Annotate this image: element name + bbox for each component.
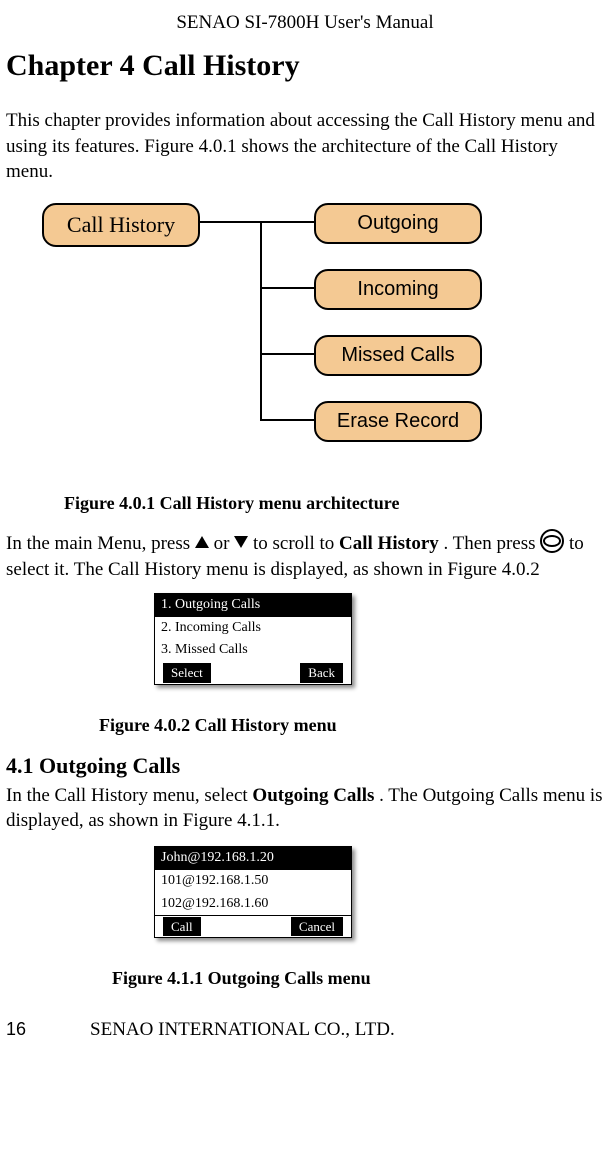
doc-header: SENAO SI-7800H User's Manual [6,10,604,36]
diagram-root-box: Call History [42,203,200,247]
chapter-title: Chapter 4 Call History [6,46,604,87]
diagram-incoming-box: Incoming [314,269,482,310]
figure-4-1-1-caption: Figure 4.1.1 Outgoing Calls menu [112,966,604,990]
nav-target: Call History [339,533,439,554]
menu-item: 3. Missed Calls [155,639,351,662]
nav-text: . Then press [444,533,541,554]
figure-4-0-2-caption: Figure 4.0.2 Call History menu [99,713,604,737]
architecture-diagram: Call History Outgoing Incoming Missed Ca… [42,203,502,463]
diagram-connector [260,287,314,289]
diagram-connector [260,419,314,421]
softkey-row: Select Back [155,662,351,684]
section-4-1-paragraph: In the Call History menu, select Outgoin… [6,783,604,834]
figure-4-0-1-caption: Figure 4.0.1 Call History menu architect… [64,491,604,515]
diagram-outgoing-box: Outgoing [314,203,482,244]
sec41-text: In the Call History menu, select [6,785,252,806]
figure-4-0-2-screen: 1. Outgoing Calls 2. Incoming Calls 3. M… [154,593,352,685]
page-number: 16 [6,1017,26,1041]
nav-text: In the main Menu, press [6,533,195,554]
up-arrow-icon [195,536,209,548]
page-footer: 16 SENAO INTERNATIONAL CO., LTD. [6,1017,604,1043]
diagram-erase-box: Erase Record [314,401,482,442]
section-4-1-heading: 4.1 Outgoing Calls [6,751,604,781]
call-item: 101@192.168.1.50 [155,870,351,893]
menu-item: 2. Incoming Calls [155,617,351,640]
diagram-missed-box: Missed Calls [314,335,482,376]
sec41-target: Outgoing Calls [252,785,374,806]
intro-paragraph: This chapter provides information about … [6,108,604,185]
softkey-right: Cancel [291,917,343,937]
figure-4-1-1-screen: John@192.168.1.20 101@192.168.1.50 102@1… [154,846,352,938]
down-arrow-icon [234,536,248,548]
softkey-left: Select [163,663,211,683]
softkey-left: Call [163,917,201,937]
diagram-connector [260,221,262,419]
call-item: 102@192.168.1.60 [155,893,351,916]
softkey-right: Back [300,663,343,683]
call-item-selected: John@192.168.1.20 [155,847,351,870]
menu-item-selected: 1. Outgoing Calls [155,594,351,617]
diagram-connector [260,353,314,355]
footer-company: SENAO INTERNATIONAL CO., LTD. [90,1017,395,1043]
nav-text: or [214,533,235,554]
softkey-row: Call Cancel [155,916,351,938]
navigation-paragraph: In the main Menu, press or to scroll to … [6,529,604,582]
diagram-connector [200,221,314,223]
nav-text: to scroll to [253,533,339,554]
ok-button-icon [540,529,564,553]
